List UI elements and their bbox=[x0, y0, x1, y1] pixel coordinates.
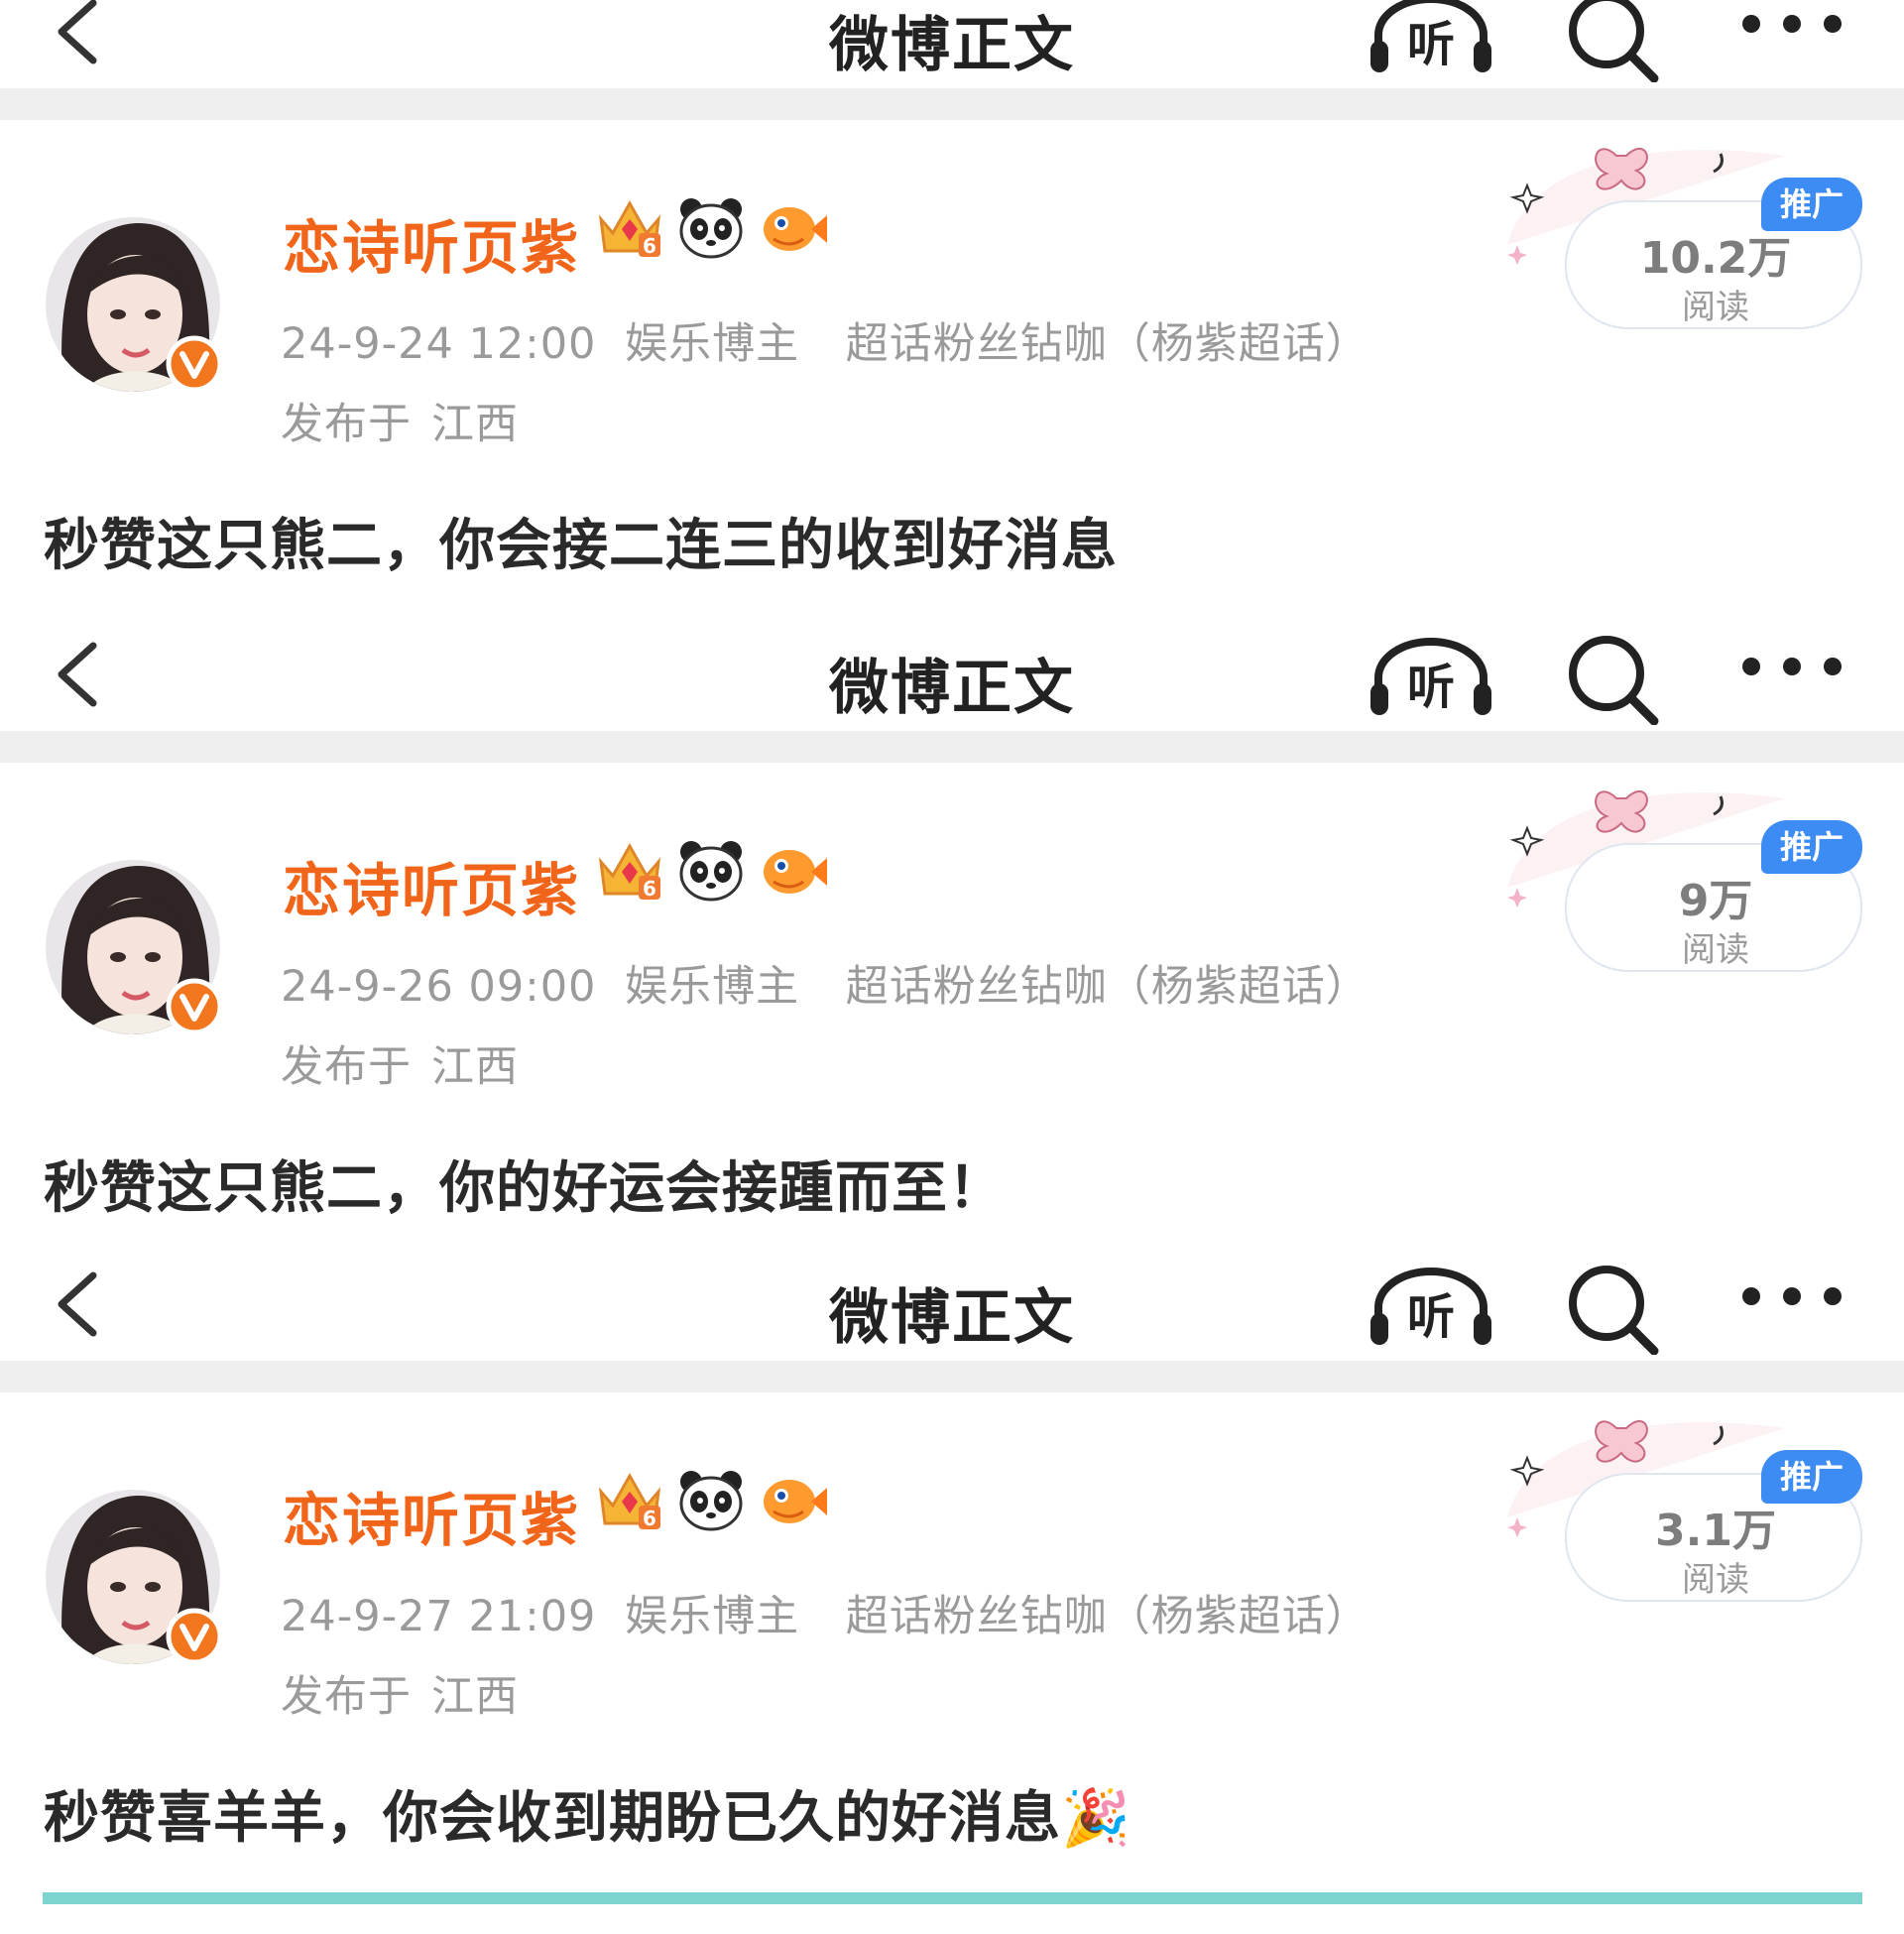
read-count: 3.1万 bbox=[1655, 1506, 1776, 1556]
post-screenshot-3: 微博正文 听 恋诗听页紫 6 24-9-27 21:09 娱乐博主 超话粉丝钻咖… bbox=[0, 1240, 1904, 1934]
location-prefix: 发布于 bbox=[281, 1672, 412, 1722]
more-dots-icon[interactable] bbox=[1737, 1281, 1846, 1311]
avatar[interactable] bbox=[44, 1488, 222, 1666]
svg-text:6: 6 bbox=[643, 877, 656, 901]
read-count-widget[interactable]: 10.2万 阅读 推广 bbox=[1488, 126, 1874, 334]
tag-supertopic-fan[interactable]: 超话粉丝钻咖（杨紫超话） bbox=[846, 962, 1369, 1012]
location-prefix: 发布于 bbox=[281, 400, 412, 449]
section-separator bbox=[0, 1361, 1904, 1392]
avatar[interactable] bbox=[44, 215, 222, 394]
tag-entertainment-blogger[interactable]: 娱乐博主 bbox=[625, 1592, 799, 1641]
listen-label: 听 bbox=[1407, 660, 1455, 715]
read-count-unit: 阅读 bbox=[1682, 1560, 1749, 1600]
username[interactable]: 恋诗听页紫 bbox=[283, 844, 580, 927]
read-count: 10.2万 bbox=[1639, 233, 1792, 284]
panda-icon[interactable] bbox=[676, 193, 746, 263]
crown-level-6-icon[interactable]: 6 bbox=[595, 193, 664, 263]
post-meta: 24-9-27 21:09 娱乐博主 超话粉丝钻咖（杨紫超话） bbox=[281, 1582, 1401, 1643]
location-name: 江西 bbox=[431, 1672, 519, 1722]
post-date: 24-9-24 12:00 bbox=[281, 319, 597, 369]
search-icon[interactable] bbox=[1563, 636, 1662, 725]
verified-v-icon bbox=[166, 335, 222, 393]
svg-text:6: 6 bbox=[643, 234, 656, 258]
search-icon[interactable] bbox=[1563, 1266, 1662, 1355]
listen-label: 听 bbox=[1407, 17, 1455, 72]
post-location: 发布于 江西 bbox=[281, 390, 538, 451]
crown-level-6-icon[interactable]: 6 bbox=[595, 836, 664, 906]
more-dots-icon[interactable] bbox=[1737, 9, 1846, 39]
username[interactable]: 恋诗听页紫 bbox=[283, 201, 580, 285]
post-location: 发布于 江西 bbox=[281, 1662, 538, 1724]
post-date: 24-9-26 09:00 bbox=[281, 962, 597, 1012]
top-nav-bar: 微博正文 听 bbox=[0, 1240, 1904, 1361]
verified-v-icon bbox=[166, 978, 222, 1035]
panda-icon[interactable] bbox=[676, 1466, 746, 1535]
post-screenshot-2: 微博正文 听 恋诗听页紫 6 24-9-26 09:00 娱乐博主 超话粉丝钻咖… bbox=[0, 610, 1904, 1266]
post-content: 秒赞喜羊羊，你会收到期盼已久的好消息🎉 bbox=[44, 1786, 1131, 1851]
promote-badge[interactable]: 推广 bbox=[1761, 820, 1862, 874]
promote-badge[interactable]: 推广 bbox=[1761, 1450, 1862, 1504]
panda-icon[interactable] bbox=[676, 836, 746, 906]
listen-headphone-icon[interactable]: 听 bbox=[1368, 0, 1493, 74]
avatar[interactable] bbox=[44, 858, 222, 1036]
svg-text:6: 6 bbox=[643, 1507, 656, 1530]
post-meta: 24-9-24 12:00 娱乐博主 超话粉丝钻咖（杨紫超话） bbox=[281, 309, 1401, 371]
read-count-unit: 阅读 bbox=[1682, 288, 1749, 327]
read-count-unit: 阅读 bbox=[1682, 930, 1749, 970]
pufferfish-icon[interactable] bbox=[760, 1466, 829, 1535]
tag-supertopic-fan[interactable]: 超话粉丝钻咖（杨紫超话） bbox=[846, 1592, 1369, 1641]
read-count: 9万 bbox=[1678, 876, 1753, 926]
post-content: 秒赞这只熊二，你的好运会接踵而至！ bbox=[44, 1156, 1005, 1221]
more-dots-icon[interactable] bbox=[1737, 652, 1846, 681]
listen-label: 听 bbox=[1407, 1289, 1455, 1345]
tag-entertainment-blogger[interactable]: 娱乐博主 bbox=[625, 962, 799, 1012]
location-name: 江西 bbox=[431, 1042, 519, 1092]
pufferfish-icon[interactable] bbox=[760, 193, 829, 263]
listen-headphone-icon[interactable]: 听 bbox=[1368, 638, 1493, 717]
post-content: 秒赞这只熊二，你会接二连三的收到好消息 bbox=[44, 514, 1118, 578]
tag-supertopic-fan[interactable]: 超话粉丝钻咖（杨紫超话） bbox=[846, 319, 1369, 369]
read-count-widget[interactable]: 3.1万 阅读 推广 bbox=[1488, 1398, 1874, 1607]
post-date: 24-9-27 21:09 bbox=[281, 1592, 597, 1641]
tag-entertainment-blogger[interactable]: 娱乐博主 bbox=[625, 319, 799, 369]
verified-v-icon bbox=[166, 1608, 222, 1665]
section-separator bbox=[0, 88, 1904, 120]
top-nav-bar: 微博正文 听 bbox=[0, 610, 1904, 731]
location-name: 江西 bbox=[431, 400, 519, 449]
post-meta: 24-9-26 09:00 娱乐博主 超话粉丝钻咖（杨紫超话） bbox=[281, 952, 1401, 1014]
pufferfish-icon[interactable] bbox=[760, 836, 829, 906]
search-icon[interactable] bbox=[1563, 0, 1662, 82]
read-count-widget[interactable]: 9万 阅读 推广 bbox=[1488, 769, 1874, 977]
post-location: 发布于 江西 bbox=[281, 1032, 538, 1094]
top-nav-bar: 微博正文 听 bbox=[0, 0, 1904, 88]
crown-level-6-icon[interactable]: 6 bbox=[595, 1466, 664, 1535]
promote-badge[interactable]: 推广 bbox=[1761, 178, 1862, 231]
listen-headphone-icon[interactable]: 听 bbox=[1368, 1268, 1493, 1347]
username[interactable]: 恋诗听页紫 bbox=[283, 1474, 580, 1557]
post-image-edge bbox=[43, 1892, 1862, 1904]
post-screenshot-1: 微博正文 听 恋诗听页紫 6 24-9-24 12:00 娱乐博主 超话粉丝钻咖… bbox=[0, 0, 1904, 628]
section-separator bbox=[0, 731, 1904, 763]
location-prefix: 发布于 bbox=[281, 1042, 412, 1092]
